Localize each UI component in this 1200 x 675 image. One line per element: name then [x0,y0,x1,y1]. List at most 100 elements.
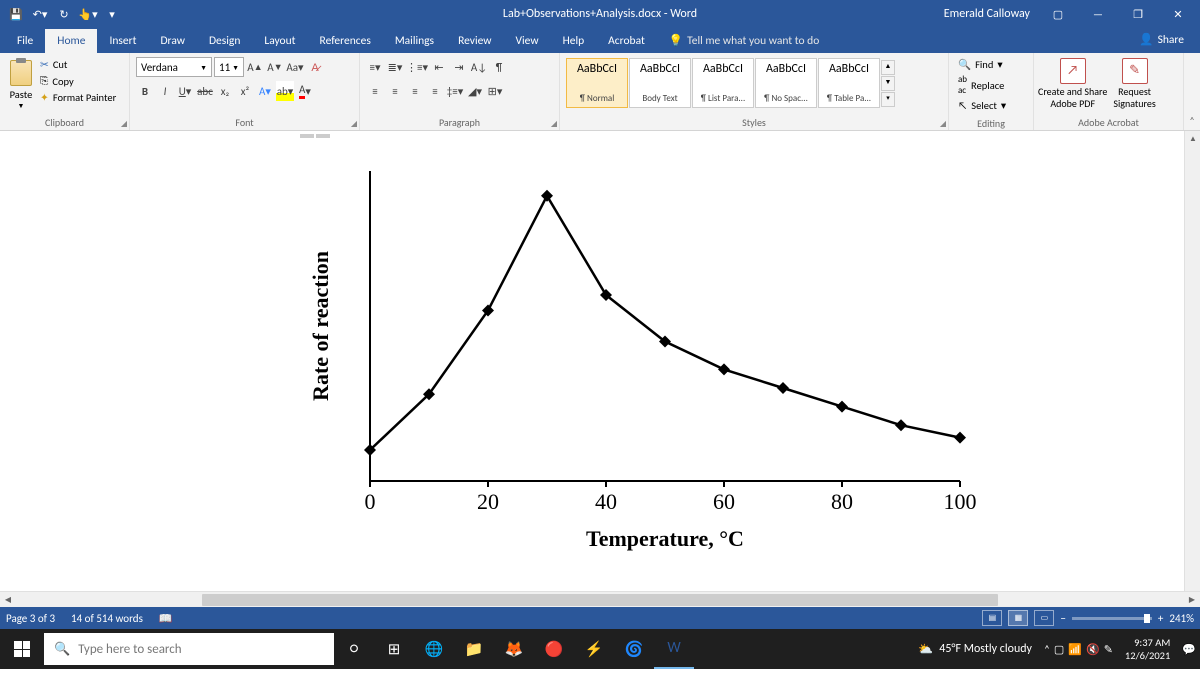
spellcheck-icon[interactable]: 📖 [159,612,173,625]
share-button[interactable]: 👤 Share [1131,28,1192,51]
scroll-left-icon[interactable]: ◀ [0,592,16,608]
notifications-icon[interactable]: 💬 [1182,643,1196,656]
align-right-button[interactable]: ≡ [406,81,424,101]
redo-icon[interactable]: ↻ [53,3,75,25]
style-no-spacing[interactable]: AaBbCcI¶ No Spac... [755,58,817,108]
line-spacing-button[interactable]: ‡≡▾ [446,81,464,101]
multilevel-button[interactable]: ⋮≡▾ [406,57,428,77]
style-body-text[interactable]: AaBbCcIBody Text [629,58,691,108]
qat-customize-icon[interactable]: ▾ [101,3,123,25]
subscript-button[interactable]: x₂ [216,81,234,101]
edge-canary-icon[interactable]: 🌀 [614,629,654,669]
tell-me-search[interactable]: 💡 Tell me what you want to do [657,28,831,53]
volume-icon[interactable]: 🔇 [1086,643,1100,656]
paragraph-launcher-icon[interactable]: ◢ [551,119,557,129]
save-icon[interactable]: 💾 [5,3,27,25]
horizontal-scrollbar[interactable]: ◀ ▶ [0,591,1200,607]
style-gallery[interactable]: AaBbCcI¶ Normal AaBbCcIBody Text AaBbCcI… [564,55,897,111]
chrome-icon[interactable]: 🔴 [534,629,574,669]
copy-button[interactable]: ⎘Copy [38,73,118,89]
word-count[interactable]: 14 of 514 words [71,612,143,625]
onedrive-icon[interactable]: ▢ [1054,643,1064,656]
tab-layout[interactable]: Layout [252,29,307,53]
close-button[interactable]: ✕ [1158,0,1198,28]
change-case-button[interactable]: Aa▾ [286,57,304,77]
collapse-ribbon-icon[interactable]: ˄ [1189,114,1194,127]
vscode-icon[interactable]: ⚡ [574,629,614,669]
align-center-button[interactable]: ≡ [386,81,404,101]
web-layout-icon[interactable]: ▭ [1034,610,1054,626]
scroll-right-icon[interactable]: ▶ [1184,592,1200,608]
font-launcher-icon[interactable]: ◢ [351,119,357,129]
tab-insert[interactable]: Insert [97,29,148,53]
zoom-slider[interactable] [1072,617,1152,620]
user-name[interactable]: Emerald Calloway [944,7,1038,21]
bold-button[interactable]: B [136,81,154,101]
sort-button[interactable]: A↓ [470,57,488,77]
shading-button[interactable]: ◢▾ [466,81,484,101]
style-list-para[interactable]: AaBbCcI¶ List Para... [692,58,754,108]
task-view-icon[interactable]: ⊞ [374,629,414,669]
ribbon-display-icon[interactable]: ▢ [1038,0,1078,28]
taskbar-search[interactable]: 🔍Type here to search [44,633,334,665]
font-name-combo[interactable]: Verdana▼ [136,57,212,77]
zoom-in-button[interactable]: + [1158,612,1163,625]
cut-button[interactable]: ✂Cut [38,57,118,72]
superscript-button[interactable]: x² [236,81,254,101]
cortana-icon[interactable]: ○ [334,629,374,669]
find-button[interactable]: 🔍Find ▾ [957,57,1007,72]
undo-icon[interactable]: ↶▾ [29,3,51,25]
chart-image[interactable]: 020406080100 Rate of reaction Temperatur… [300,151,980,561]
edge-icon[interactable]: 🌐 [414,629,454,669]
tab-mailings[interactable]: Mailings [383,29,446,53]
style-normal[interactable]: AaBbCcI¶ Normal [566,58,628,108]
align-left-button[interactable]: ≡ [366,81,384,101]
clipboard-launcher-icon[interactable]: ◢ [121,119,127,129]
text-effects-button[interactable]: A▾ [256,81,274,101]
page-indicator[interactable]: Page 3 of 3 [6,612,55,625]
tab-references[interactable]: References [308,29,383,53]
touch-mode-icon[interactable]: 👆▾ [77,3,99,25]
document-area[interactable]: 020406080100 Rate of reaction Temperatur… [0,131,1200,591]
print-layout-icon[interactable]: ▦ [1008,610,1028,626]
start-button[interactable] [0,629,44,669]
justify-button[interactable]: ≡ [426,81,444,101]
tab-acrobat[interactable]: Acrobat [596,29,657,53]
tab-view[interactable]: View [504,29,551,53]
clock[interactable]: 9:37 AM12/6/2021 [1117,636,1178,662]
tab-design[interactable]: Design [197,29,252,53]
scroll-up-icon[interactable]: ▲ [1185,131,1200,147]
font-color-button[interactable]: A▾ [296,81,314,101]
strike-button[interactable]: abc [196,81,214,101]
zoom-out-button[interactable]: − [1060,612,1065,625]
request-signatures-button[interactable]: ✎ Request Signatures [1113,58,1155,110]
style-gallery-scroll[interactable]: ▲▼▾ [881,60,895,107]
font-size-combo[interactable]: 11▼ [214,57,244,77]
explorer-icon[interactable]: 📁 [454,629,494,669]
tab-home[interactable]: Home [45,29,97,53]
tab-help[interactable]: Help [551,29,597,53]
tab-review[interactable]: Review [446,29,503,53]
pen-icon[interactable]: ✎ [1104,643,1113,656]
grow-font-button[interactable]: A▲ [246,57,264,77]
firefox-icon[interactable]: 🦊 [494,629,534,669]
tab-file[interactable]: File [5,29,45,53]
underline-button[interactable]: U▾ [176,81,194,101]
hscroll-thumb[interactable] [202,594,997,606]
increase-indent-button[interactable]: ⇥ [450,57,468,77]
italic-button[interactable]: I [156,81,174,101]
styles-launcher-icon[interactable]: ◢ [940,119,946,129]
word-icon[interactable]: W [654,629,694,669]
tray-chevron-icon[interactable]: ˄ [1044,643,1050,656]
weather-widget[interactable]: ⛅45°F Mostly cloudy [910,642,1040,657]
zoom-level[interactable]: 241% [1169,612,1194,625]
numbering-button[interactable]: ≣▾ [386,57,404,77]
clear-format-button[interactable]: A̷ [306,57,324,77]
highlight-button[interactable]: ab▾ [276,81,294,101]
borders-button[interactable]: ⊞▾ [486,81,504,101]
format-painter-button[interactable]: ✦Format Painter [38,90,118,105]
tab-draw[interactable]: Draw [148,29,197,53]
read-mode-icon[interactable]: ▤ [982,610,1002,626]
show-marks-button[interactable]: ¶ [490,57,508,77]
restore-button[interactable]: ❐ [1118,0,1158,28]
